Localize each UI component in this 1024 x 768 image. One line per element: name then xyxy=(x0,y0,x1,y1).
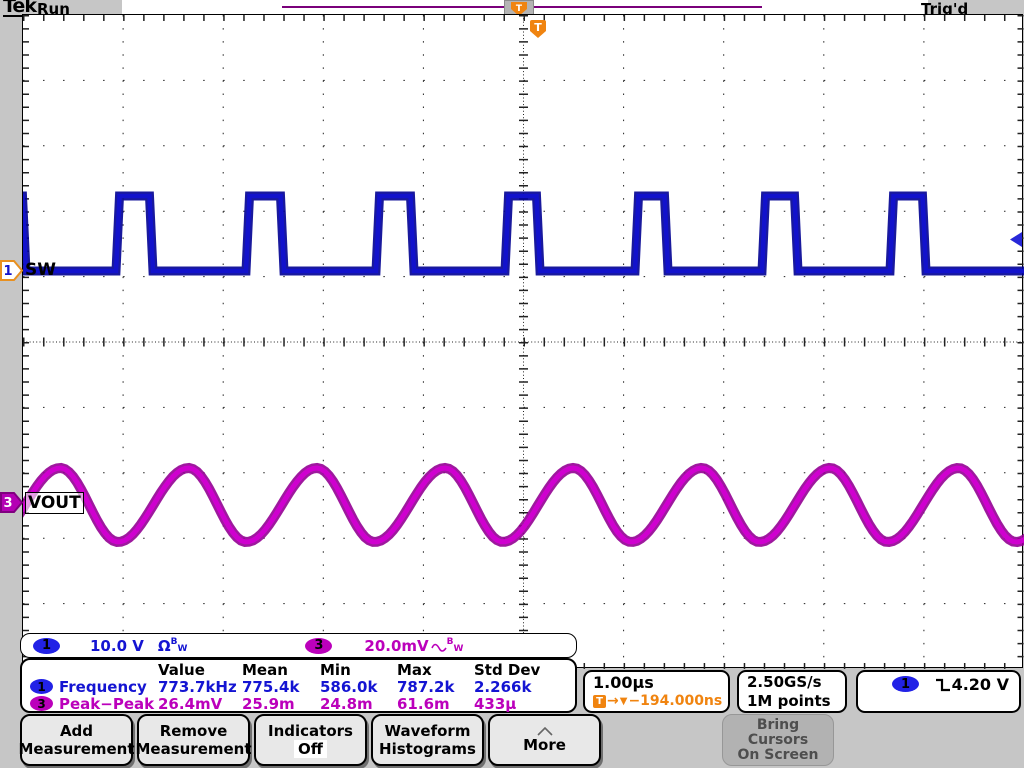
channel-scale-bar: 1 10.0 V Ω BW 3 20.0mV BW xyxy=(20,633,577,658)
meas-ch3-mean: 25.9m xyxy=(242,695,320,713)
svg-text:T: T xyxy=(516,4,523,14)
acquisition-readout: 2.50GS/s 1M points xyxy=(737,670,847,713)
ch3-marker-icon[interactable]: 3 xyxy=(0,492,23,513)
ch3-badge[interactable]: 3 xyxy=(305,638,332,654)
graticule-grid xyxy=(23,15,1024,669)
meas-ch3-stddev: 433µ xyxy=(474,695,575,713)
trigger-flag-icon[interactable]: T xyxy=(528,19,548,40)
ch3-scale: 20.0mV xyxy=(364,637,428,655)
meas-header-value: Value xyxy=(158,661,242,679)
ch1-badge[interactable]: 1 xyxy=(33,638,60,654)
ch3-bandwidth-icon: BW xyxy=(447,637,464,654)
trigger-readout: 1 4.20 V xyxy=(856,670,1021,713)
indicators-off-button[interactable]: IndicatorsOff xyxy=(254,714,367,766)
ac-coupling-icon xyxy=(431,640,447,652)
trigger-source-badge: 1 xyxy=(892,676,919,692)
meas-ch3-max: 61.6m xyxy=(397,695,474,713)
meas-header-max: Max xyxy=(397,661,474,679)
meas-ch3-min: 24.8m xyxy=(320,695,397,713)
position-pointer-icon: ▼ xyxy=(620,696,628,707)
graticule-area xyxy=(22,14,1023,668)
remove-measurement-button[interactable]: RemoveMeasurement xyxy=(137,714,250,766)
trigger-level-arrow-icon[interactable] xyxy=(1009,231,1023,248)
meas-header-min: Min xyxy=(320,661,397,679)
waveform-display xyxy=(23,15,1024,669)
svg-text:3: 3 xyxy=(3,496,12,511)
oscilloscope-screen: { "header": { "logo": "Tek", "acq_status… xyxy=(0,0,1024,768)
svg-text:T: T xyxy=(534,21,542,34)
ch1-marker-icon[interactable]: 1 xyxy=(0,260,23,281)
timebase-scale: 1.00µs xyxy=(593,673,728,692)
meas-ch1-min: 586.0k xyxy=(320,678,397,696)
meas-ch1-value: 773.7kHz xyxy=(158,678,242,696)
bring-cursors-on-screen-button[interactable]: Bring Cursors On Screen xyxy=(722,714,834,766)
more-caret-icon xyxy=(536,727,554,736)
meas-header-mean: Mean xyxy=(242,661,320,679)
meas-ch3-value: 26.4mV xyxy=(158,695,242,713)
ch1-bandwidth-icon: BW xyxy=(171,637,188,654)
sample-rate: 2.50GS/s xyxy=(747,673,845,692)
svg-text:1: 1 xyxy=(3,264,12,279)
record-length: 1M points xyxy=(747,692,845,711)
measurement-row-ch1-name[interactable]: 1Frequency xyxy=(30,678,158,696)
impedance-icon: Ω xyxy=(158,637,171,655)
meas-ch1-stddev: 2.266k xyxy=(474,678,575,696)
trigger-position-readout: T→▼−194.000ns xyxy=(593,693,728,709)
meas-ch1-max: 787.2k xyxy=(397,678,474,696)
ch1-scale: 10.0 V xyxy=(90,637,144,655)
meas-header-stddev: Std Dev xyxy=(474,661,575,679)
waveform-histograms-button[interactable]: WaveformHistograms xyxy=(371,714,484,766)
meas-ch1-mean: 775.4k xyxy=(242,678,320,696)
falling-edge-icon xyxy=(935,677,951,692)
ch1-waveform-label: SW xyxy=(25,260,56,280)
measurement-row-ch3-name[interactable]: 3Peak−Peak xyxy=(30,695,158,713)
measurement-panel: Value Mean Min Max Std Dev 1Frequency 77… xyxy=(20,658,577,713)
ch3-waveform-label: VOUT xyxy=(25,492,84,514)
horizontal-readout: 1.00µs T→▼−194.000ns xyxy=(583,670,730,713)
trigger-t-icon: T xyxy=(593,695,606,708)
ch3-vout-waveform xyxy=(23,468,1024,542)
add-measurement-button[interactable]: AddMeasurement xyxy=(20,714,133,766)
more-button[interactable]: More xyxy=(488,714,601,766)
trigger-level: 4.20 V xyxy=(952,675,1009,694)
